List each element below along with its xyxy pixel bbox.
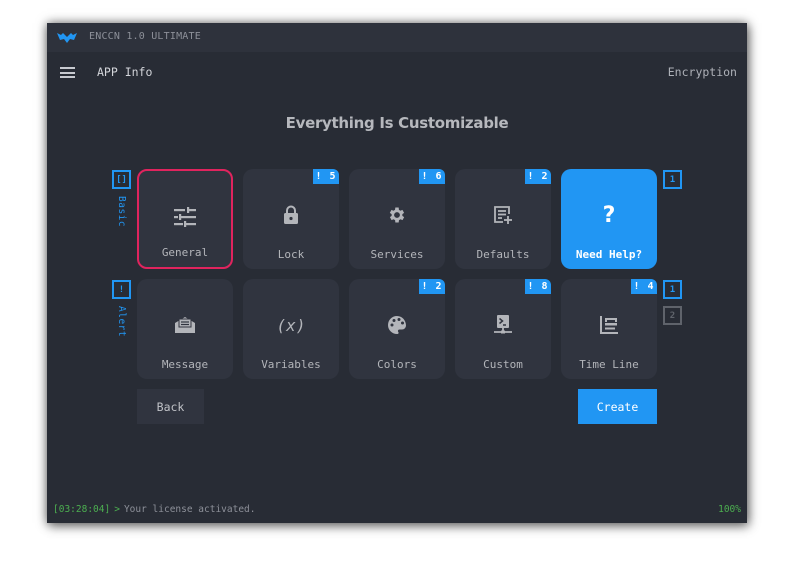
tile-services[interactable]: ! 6 Services	[349, 169, 445, 269]
tile-label: General	[161, 246, 209, 259]
tile-label: Time Line	[579, 358, 639, 371]
tile-variables[interactable]: (x) Variables	[243, 279, 339, 379]
question-icon: ?	[602, 202, 616, 228]
tile-label: Lock	[277, 248, 305, 261]
encryption-link[interactable]: Encryption	[668, 65, 737, 79]
progress-percent: 100%	[718, 504, 741, 515]
tile-label: Need Help?	[575, 248, 643, 261]
basic-group-box[interactable]: []	[112, 170, 131, 189]
hamburger-menu-icon[interactable]	[60, 67, 75, 78]
basic-group-label: Basic	[116, 196, 127, 228]
count-badge: ! 6	[419, 169, 445, 184]
bat-wing-logo-icon	[57, 33, 77, 43]
note-add-icon	[491, 203, 515, 227]
tile-label: Variables	[261, 358, 321, 371]
tile-label: Defaults	[476, 248, 530, 261]
app-window: ENCCN 1.0 ULTIMATE APP Info Encryption E…	[47, 23, 747, 523]
tile-label: Colors	[377, 358, 417, 371]
terminal-network-icon	[491, 313, 515, 337]
tile-need-help[interactable]: ? Need Help?	[561, 169, 657, 269]
alert-group-box[interactable]: !	[112, 280, 131, 299]
tile-defaults[interactable]: ! 2 Defaults	[455, 169, 551, 269]
create-button[interactable]: Create	[578, 389, 657, 424]
app-title: ENCCN 1.0 ULTIMATE	[89, 31, 201, 42]
palette-icon	[385, 313, 409, 337]
status-prompt: >	[114, 504, 120, 515]
alert-group-label: Alert	[116, 306, 127, 338]
tile-message[interactable]: Message	[137, 279, 233, 379]
gear-icon	[385, 203, 409, 227]
count-badge: ! 2	[419, 279, 445, 294]
tile-colors[interactable]: ! 2 Colors	[349, 279, 445, 379]
timeline-icon	[597, 313, 621, 337]
main-heading: Everything Is Customizable	[285, 114, 509, 132]
tile-custom[interactable]: ! 8 Custom	[455, 279, 551, 379]
title-bar: ENCCN 1.0 ULTIMATE	[47, 23, 747, 52]
back-button[interactable]: Back	[137, 389, 204, 424]
sliders-icon	[173, 205, 197, 229]
open-envelope-icon	[173, 313, 197, 337]
tile-label: Custom	[483, 358, 523, 371]
status-message: Your license activated.	[123, 504, 256, 515]
lock-icon	[279, 203, 303, 227]
tile-lock[interactable]: ! 5 Lock	[243, 169, 339, 269]
tile-general[interactable]: General	[137, 169, 233, 269]
page-title: APP Info	[97, 65, 153, 79]
status-timestamp: [03:28:04]	[53, 504, 111, 515]
row2-page-1[interactable]: 1	[663, 280, 682, 299]
count-badge: ! 5	[313, 169, 339, 184]
row1-page-1[interactable]: 1	[663, 170, 682, 189]
count-badge: ! 2	[525, 169, 551, 184]
count-badge: ! 4	[631, 279, 657, 294]
tile-label: Services	[370, 248, 424, 261]
variable-icon: (x)	[276, 315, 306, 335]
tile-label: Message	[161, 358, 209, 371]
tile-time-line[interactable]: ! 4 Time Line	[561, 279, 657, 379]
count-badge: ! 8	[525, 279, 551, 294]
row2-page-2[interactable]: 2	[663, 306, 682, 325]
status-log: [03:28:04] > Your license activated.	[53, 504, 256, 515]
